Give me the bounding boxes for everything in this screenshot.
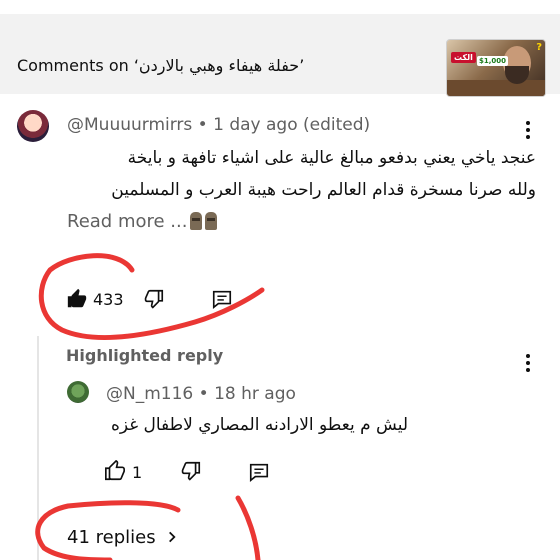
reply-author[interactable]: @N_m116 xyxy=(106,384,193,404)
reply-icon xyxy=(212,290,232,309)
reply-icon xyxy=(249,463,269,482)
like-count: 1 xyxy=(132,463,143,482)
reply-meta: @N_m116 • 18 hr ago xyxy=(106,384,296,404)
reply-button[interactable] xyxy=(211,288,233,314)
dislike-icon xyxy=(144,289,164,309)
highlighted-reply-label: Highlighted reply xyxy=(66,346,224,365)
comment-meta: @Muuuurmirrs • 1 day ago (edited) xyxy=(67,115,371,135)
comment-time: 1 day ago (edited) xyxy=(213,115,371,135)
view-replies-link[interactable]: 41 replies xyxy=(67,527,179,548)
dislike-button[interactable] xyxy=(180,460,202,486)
read-more-link[interactable]: Read more ... xyxy=(67,211,218,232)
moai-emoji xyxy=(190,212,203,230)
red-stroke-annotation xyxy=(235,495,261,560)
like-button[interactable] xyxy=(104,459,126,486)
reply-button[interactable] xyxy=(248,461,270,487)
chevron-right-icon xyxy=(169,531,176,543)
thread-line xyxy=(37,336,39,560)
like-icon xyxy=(67,288,87,308)
more-vert-icon[interactable] xyxy=(525,121,531,142)
avatar[interactable] xyxy=(67,381,89,403)
dislike-button[interactable] xyxy=(143,288,165,314)
comments-header: Comments on ‘حفلة هيفاء وهبي بالاردن’ ال… xyxy=(0,14,560,97)
thumbnail-badge: الكت xyxy=(451,52,476,63)
comment-author[interactable]: @Muuuurmirrs xyxy=(67,115,192,135)
avatar[interactable] xyxy=(17,110,49,142)
like-count: 433 xyxy=(93,290,124,309)
like-icon xyxy=(105,459,125,481)
reply-text: ليش م يعطو الارادنه المصاري لاطفال غزه xyxy=(110,415,408,435)
more-vert-icon[interactable] xyxy=(525,354,531,375)
comment-text-line-2: ولله صرنا مسخرة قدام العالم راحت هيبة ال… xyxy=(111,180,536,200)
like-button[interactable] xyxy=(66,288,88,314)
dislike-icon xyxy=(181,461,201,481)
comments-title: Comments on ‘حفلة هيفاء وهبي بالاردن’ xyxy=(17,56,305,75)
thumbnail-money: $1,000 xyxy=(477,56,509,66)
comment-text-line-1: عنجد ياخي يعني بدفعو مبالغ عالية على اشي… xyxy=(127,148,536,168)
video-thumbnail[interactable]: الكت $1,000 ? xyxy=(446,39,546,97)
reply-time: 18 hr ago xyxy=(214,384,296,404)
moai-emoji xyxy=(205,212,218,230)
